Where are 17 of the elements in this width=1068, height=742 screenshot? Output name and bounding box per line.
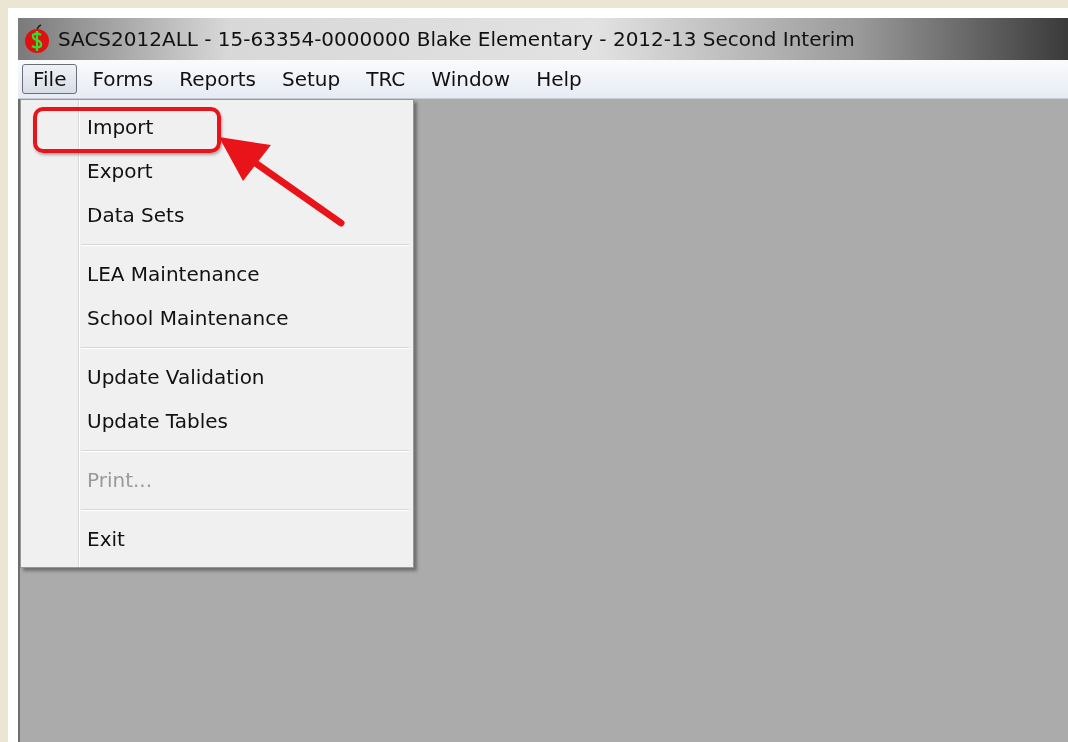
menu-entry[interactable]: Update Tables <box>21 399 413 443</box>
menu-item[interactable]: Setup <box>271 64 352 94</box>
apple-icon <box>24 24 50 54</box>
menu-item[interactable]: Help <box>525 64 593 94</box>
menu-entry[interactable]: Data Sets <box>21 193 413 237</box>
menu-entry[interactable]: Exit <box>21 517 413 561</box>
menu-item[interactable]: Reports <box>168 64 267 94</box>
menu-entry[interactable]: LEA Maintenance <box>21 252 413 296</box>
menu-entry[interactable]: Export <box>21 149 413 193</box>
menu-entry[interactable]: Update Validation <box>21 355 413 399</box>
menu-item[interactable]: Forms <box>81 64 165 94</box>
window-title: SACS2012ALL - 15-63354-0000000 Blake Elementary - 2012-13 Second Interim <box>58 27 855 51</box>
menu-item[interactable]: Window <box>420 64 522 94</box>
menu-item[interactable]: File <box>22 64 78 94</box>
menu-entry[interactable]: School Maintenance <box>21 296 413 340</box>
menu-item[interactable]: TRC <box>355 64 417 94</box>
menu-entry[interactable]: Import <box>21 105 413 149</box>
